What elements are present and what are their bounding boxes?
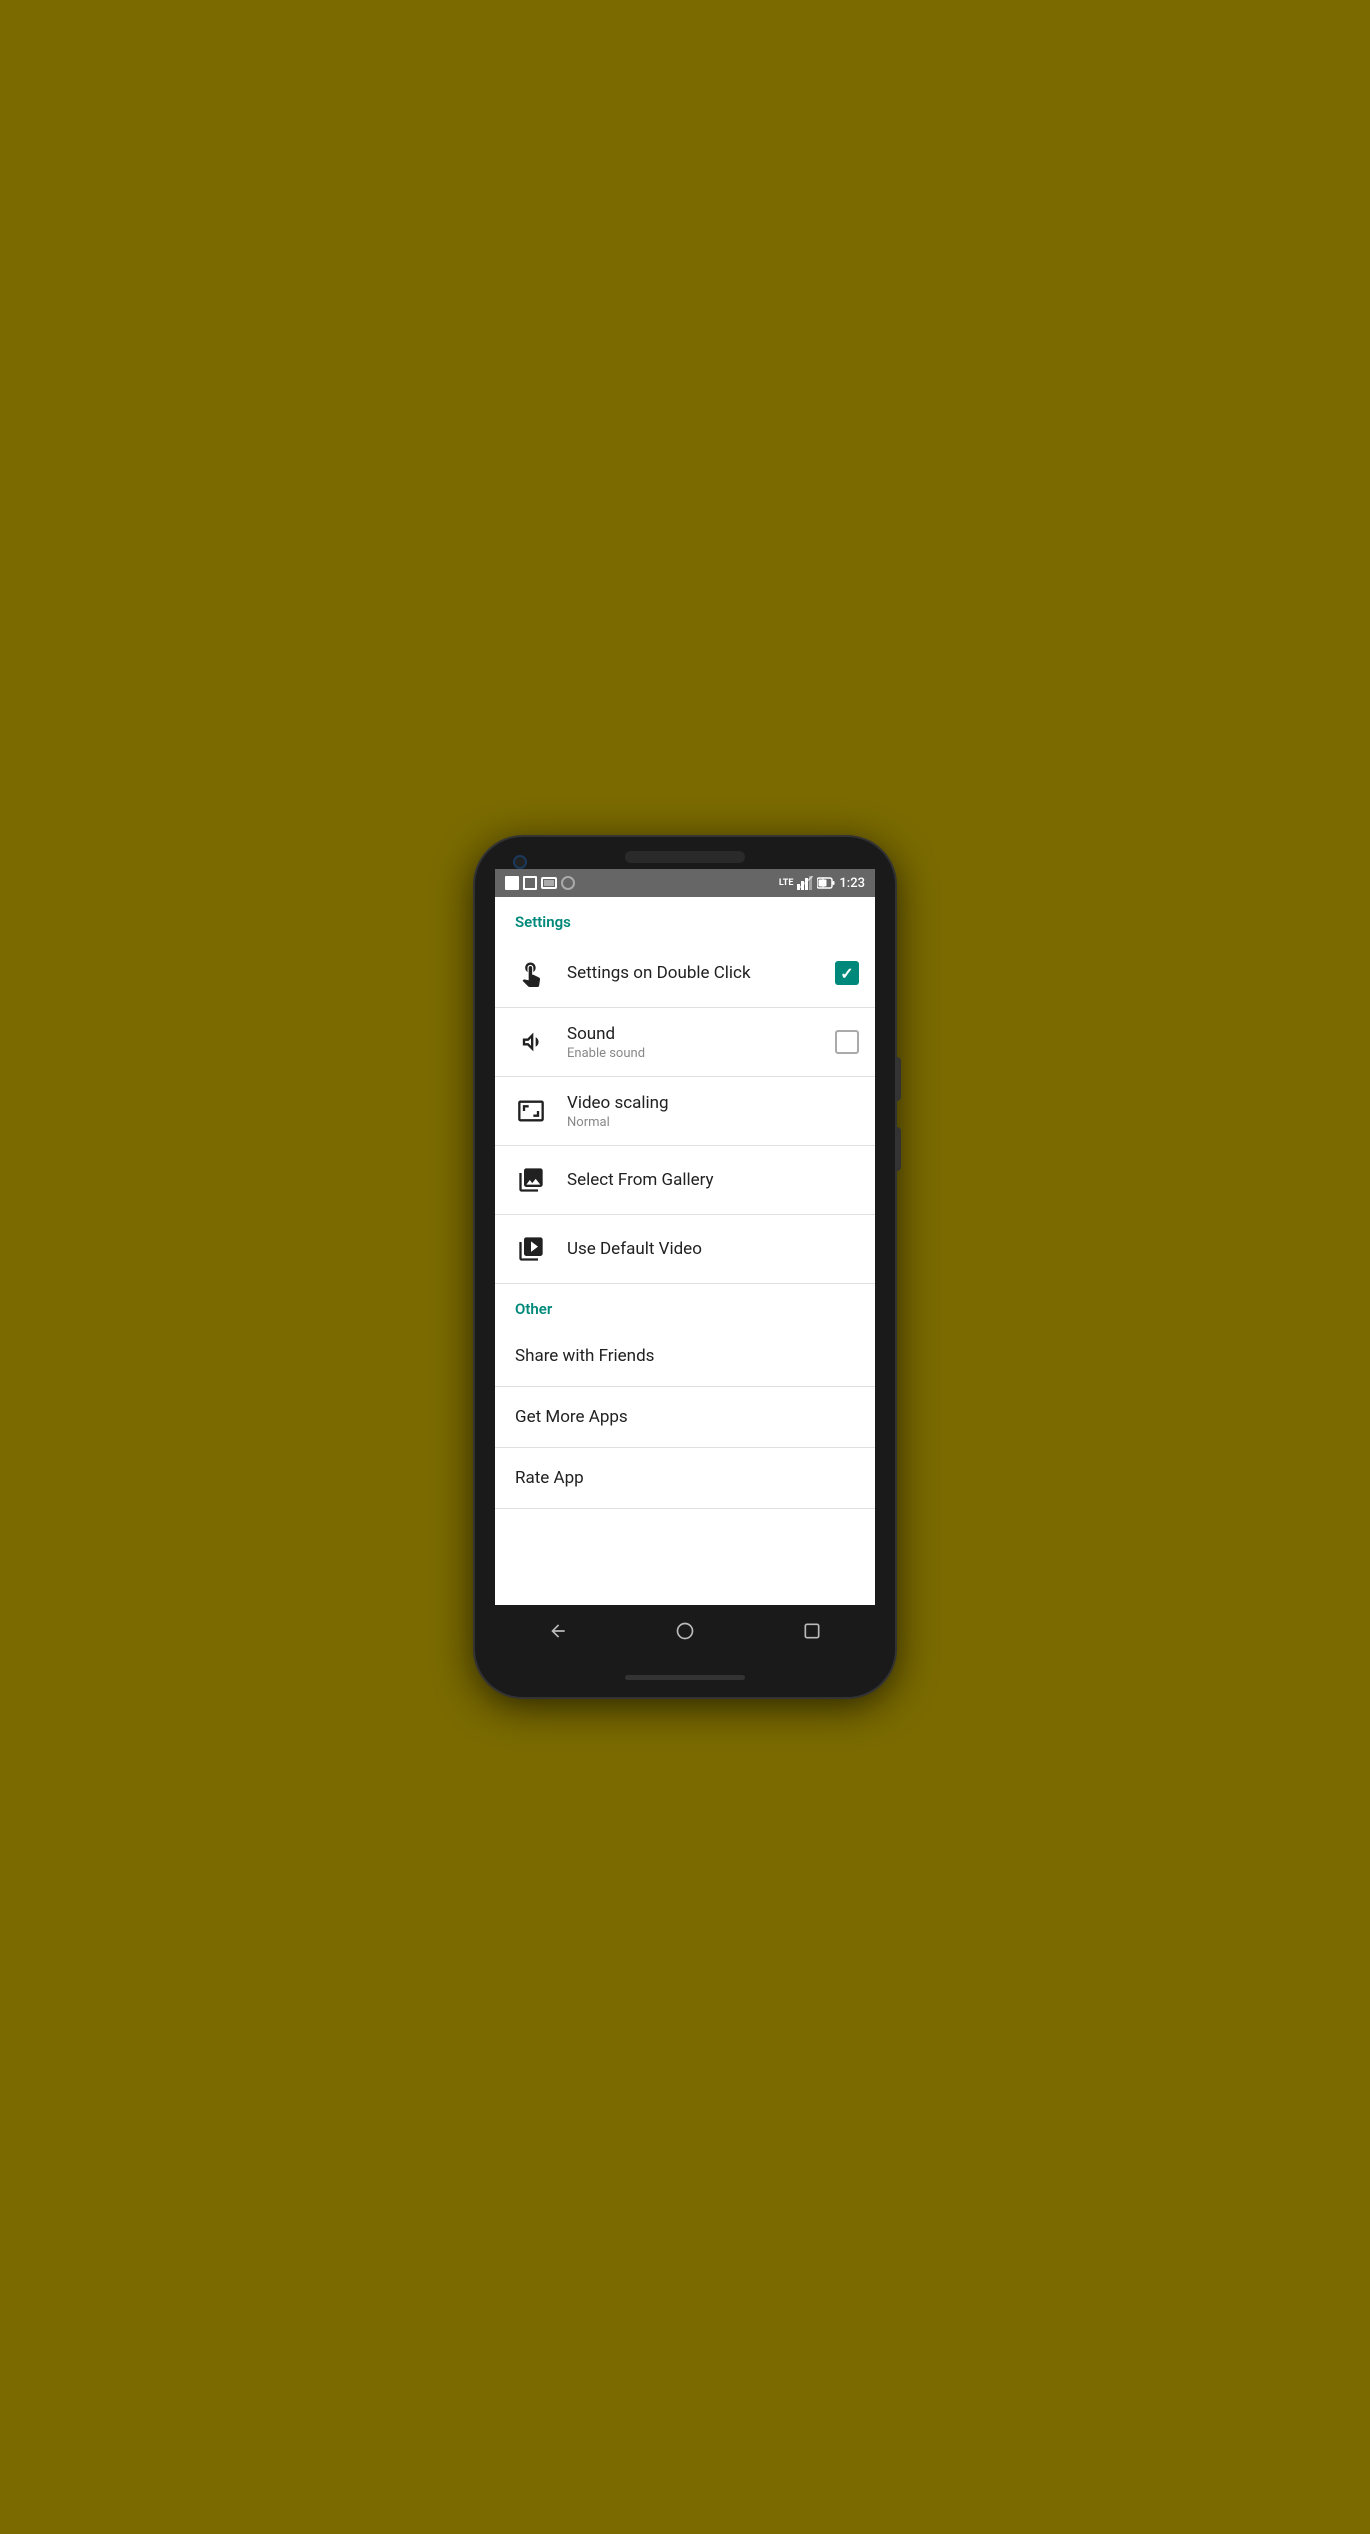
- phone-frame: LTE 1:23 Settings: [475, 837, 895, 1697]
- settings-section-header: Settings: [495, 897, 875, 939]
- status-bar: LTE 1:23: [495, 869, 875, 897]
- sound-item[interactable]: Sound Enable sound: [495, 1008, 875, 1077]
- lte-icon: LTE: [779, 878, 794, 888]
- rate-item[interactable]: Rate App: [495, 1448, 875, 1509]
- notification-icon-4: [561, 876, 575, 890]
- sound-icon: [511, 1022, 551, 1062]
- gallery-item[interactable]: Select From Gallery: [495, 1146, 875, 1215]
- home-indicator: [625, 1675, 745, 1680]
- notification-icon-1: [505, 876, 519, 890]
- video-scaling-subtitle: Normal: [567, 1115, 859, 1130]
- default-video-icon: [511, 1229, 551, 1269]
- more-apps-text: Get More Apps: [515, 1407, 628, 1427]
- video-scaling-icon: [511, 1091, 551, 1131]
- recents-button[interactable]: [782, 1611, 842, 1651]
- home-button[interactable]: [655, 1611, 715, 1651]
- speaker: [625, 851, 745, 863]
- unchecked-box[interactable]: [835, 1030, 859, 1054]
- rate-text: Rate App: [515, 1468, 584, 1488]
- gallery-icon: [511, 1160, 551, 1200]
- notification-icon-3: [541, 877, 557, 889]
- double-click-title: Settings on Double Click: [567, 963, 823, 983]
- back-button[interactable]: [528, 1611, 588, 1651]
- double-click-checkbox[interactable]: [835, 961, 859, 985]
- share-text: Share with Friends: [515, 1346, 654, 1366]
- gallery-text: Select From Gallery: [567, 1170, 859, 1190]
- volume-down-button[interactable]: [895, 1127, 901, 1171]
- double-click-icon: [511, 953, 551, 993]
- phone-bottom: [625, 1657, 745, 1697]
- default-video-title: Use Default Video: [567, 1239, 859, 1259]
- video-scaling-title: Video scaling: [567, 1093, 859, 1113]
- video-scaling-text: Video scaling Normal: [567, 1093, 859, 1130]
- sound-checkbox[interactable]: [835, 1030, 859, 1054]
- gallery-title: Select From Gallery: [567, 1170, 859, 1190]
- bottom-spacer: [495, 1509, 875, 1549]
- default-video-text: Use Default Video: [567, 1239, 859, 1259]
- battery-icon: [817, 877, 835, 889]
- sound-title: Sound: [567, 1024, 823, 1044]
- phone-top: [475, 837, 895, 863]
- time-display: 1:23: [839, 876, 865, 891]
- video-scaling-item[interactable]: Video scaling Normal: [495, 1077, 875, 1146]
- status-right-icons: LTE 1:23: [779, 876, 865, 891]
- checked-box[interactable]: [835, 961, 859, 985]
- sound-text: Sound Enable sound: [567, 1024, 823, 1061]
- other-section-header: Other: [495, 1284, 875, 1326]
- status-left-icons: [505, 876, 575, 890]
- nav-bar: [495, 1605, 875, 1657]
- camera: [513, 855, 527, 869]
- screen-content: Settings Settings on Double Click: [495, 897, 875, 1605]
- default-video-item[interactable]: Use Default Video: [495, 1215, 875, 1284]
- sound-subtitle: Enable sound: [567, 1046, 823, 1061]
- more-apps-item[interactable]: Get More Apps: [495, 1387, 875, 1448]
- phone-screen: LTE 1:23 Settings: [495, 869, 875, 1657]
- double-click-item[interactable]: Settings on Double Click: [495, 939, 875, 1008]
- notification-icon-2: [523, 876, 537, 890]
- share-item[interactable]: Share with Friends: [495, 1326, 875, 1387]
- volume-up-button[interactable]: [895, 1057, 901, 1101]
- double-click-text: Settings on Double Click: [567, 963, 823, 983]
- signal-icon: [797, 876, 813, 890]
